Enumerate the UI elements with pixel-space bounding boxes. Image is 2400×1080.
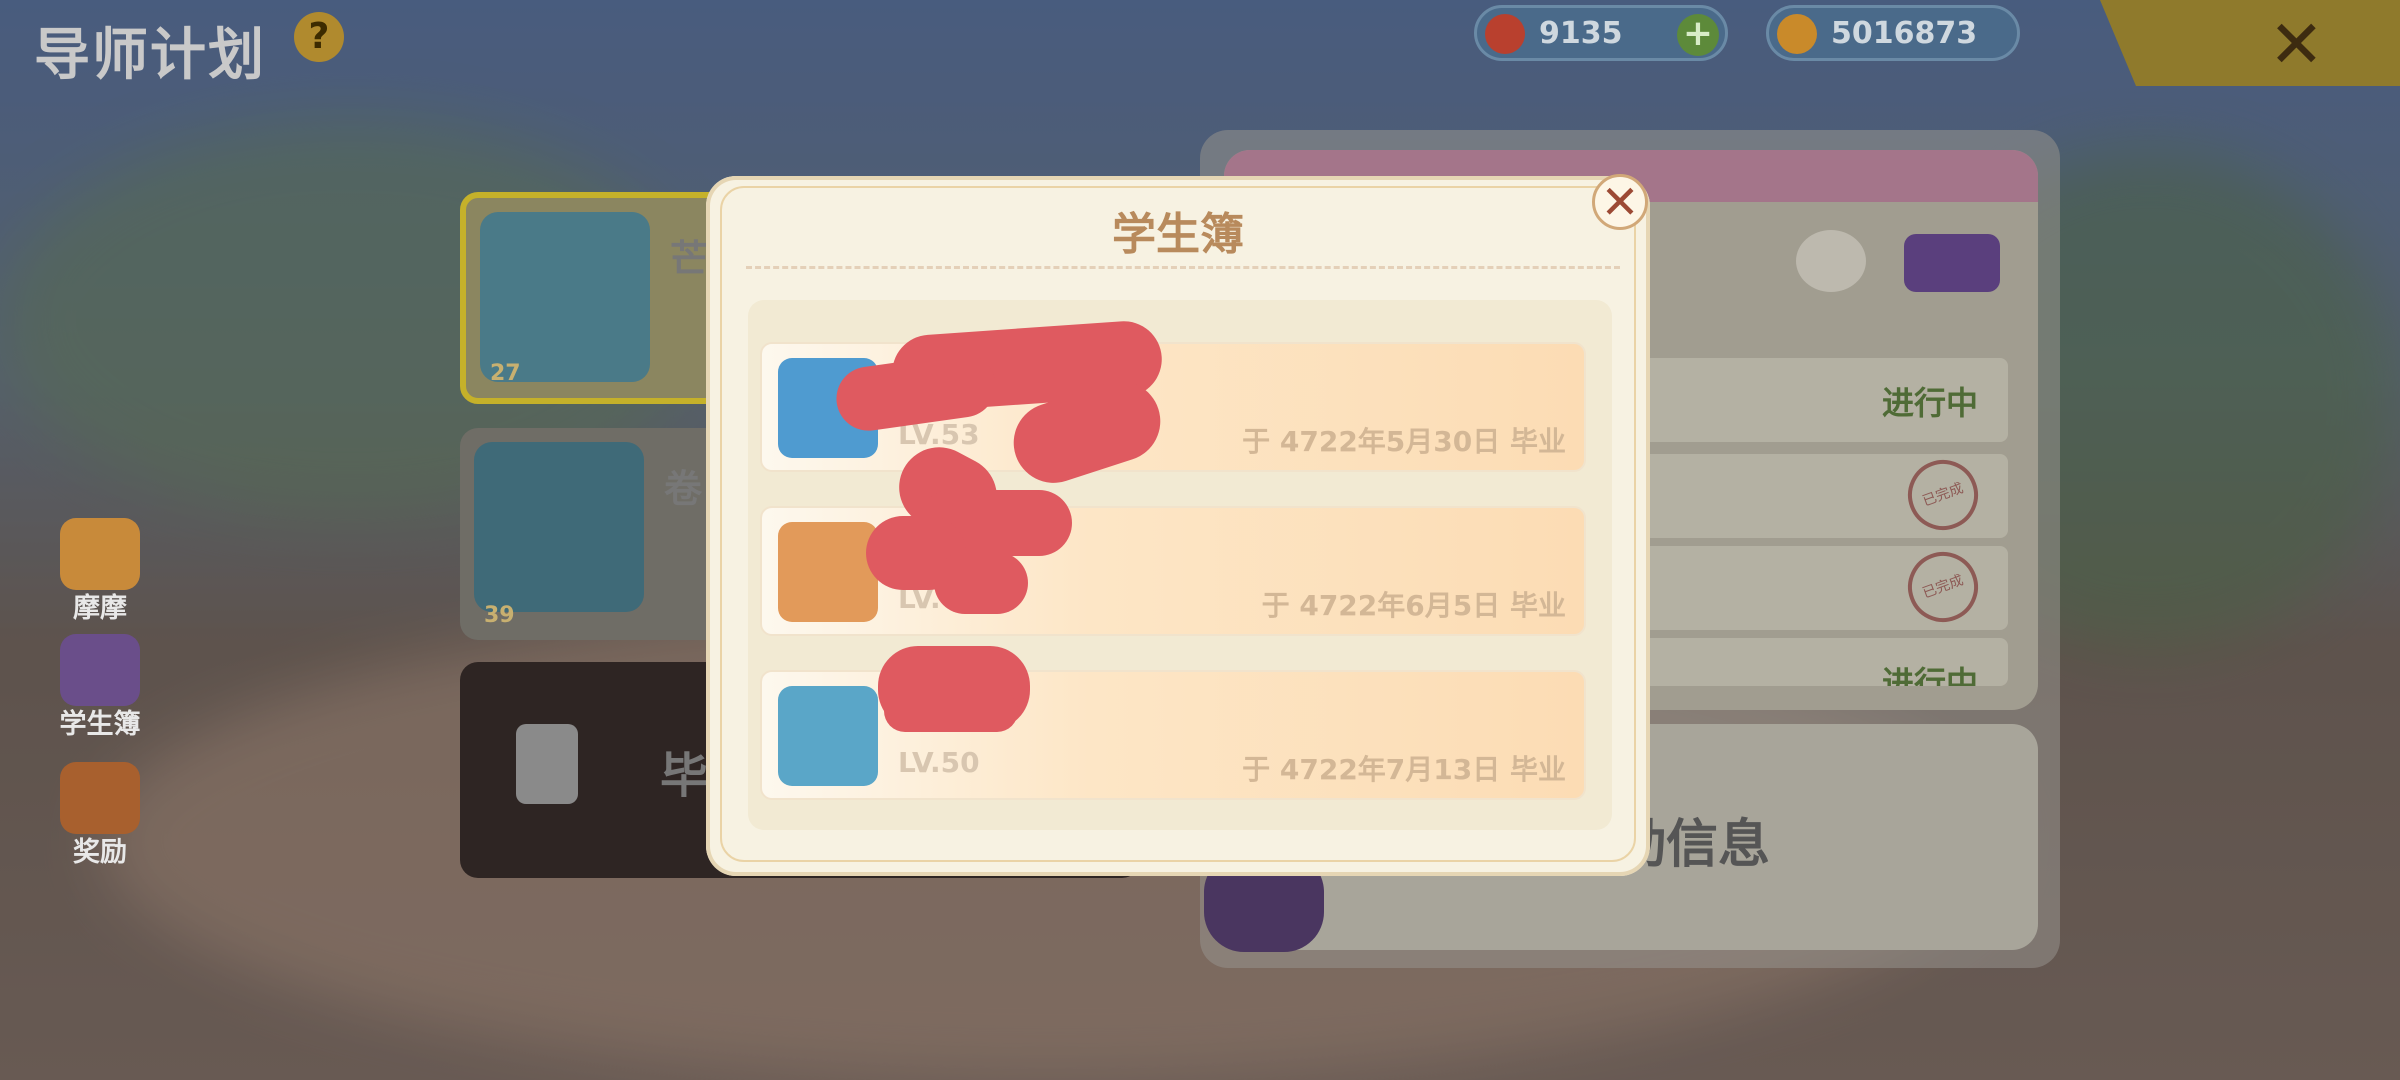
title-divider	[746, 266, 1620, 269]
gold-bean-icon	[1777, 14, 1817, 54]
task-row: 进行中	[1598, 638, 2008, 686]
currency-gem-value: 9135	[1539, 16, 1623, 51]
student-avatar	[474, 442, 644, 612]
student-avatar	[480, 212, 650, 382]
student-avatar	[778, 686, 878, 786]
task-row: 进行中	[1598, 358, 2008, 442]
red-gem-icon	[1485, 14, 1525, 54]
completed-stamp-icon: 已完成	[1898, 450, 1988, 540]
add-gem-button[interactable]: +	[1677, 14, 1719, 56]
sidebar-item-label: 学生簿	[59, 709, 141, 740]
currency-bean-value: 5016873	[1831, 16, 1978, 51]
sidebar-item-reward[interactable]: 奖励	[54, 762, 146, 869]
close-page-button[interactable]: ✕	[2100, 0, 2400, 86]
student-book-dialog: 学生簿 ✕ LV.53 于 4722年5月30日 毕业 LV. 于 4722年6…	[706, 174, 1650, 876]
help-button[interactable]: ?	[294, 12, 344, 62]
reward-bag-icon	[60, 762, 140, 834]
graduation-date: 于 4722年7月13日 毕业	[1242, 753, 1566, 786]
currency-gem: 9135 +	[1474, 5, 1728, 61]
completed-stamp-icon: 已完成	[1898, 542, 1988, 632]
task-row: 已完成	[1598, 450, 2008, 540]
student-book-icon	[60, 634, 140, 706]
lock-icon	[516, 724, 578, 804]
sidebar-item-label: 奖励	[73, 837, 127, 868]
locked-card-label: 毕	[660, 748, 709, 804]
task-status: 进行中	[1881, 664, 1978, 686]
graduation-date: 于 4722年5月30日 毕业	[1242, 425, 1566, 458]
dialog-close-button[interactable]: ✕	[1592, 174, 1648, 230]
student-avatar	[778, 522, 878, 622]
student-name: 芒	[670, 237, 709, 281]
task-row: 已完成	[1598, 542, 2008, 632]
graduation-date: 于 4722年6月5日 毕业	[1261, 589, 1566, 622]
redaction-mark	[934, 552, 1028, 614]
student-name: 卷	[664, 467, 703, 511]
task-status: 进行中	[1881, 384, 1978, 422]
close-icon: ✕	[2268, 6, 2324, 83]
currency-bean: 5016873	[1766, 5, 2020, 61]
redaction-mark	[884, 690, 1018, 732]
student-level: 27	[490, 361, 521, 386]
student-level: 39	[484, 603, 515, 628]
graduation-cap-icon[interactable]	[1904, 234, 2000, 292]
sidebar-item-momo[interactable]: 摩摩	[54, 518, 146, 625]
dialog-title: 学生簿	[1112, 209, 1244, 260]
sidebar-item-student-book[interactable]: 学生簿	[54, 634, 146, 741]
student-level: LV.50	[898, 746, 980, 779]
chat-bubble-icon[interactable]	[1796, 230, 1866, 292]
chat-icon	[60, 518, 140, 590]
sidebar-item-label: 摩摩	[73, 593, 127, 624]
page-title: 导师计划	[34, 23, 266, 88]
